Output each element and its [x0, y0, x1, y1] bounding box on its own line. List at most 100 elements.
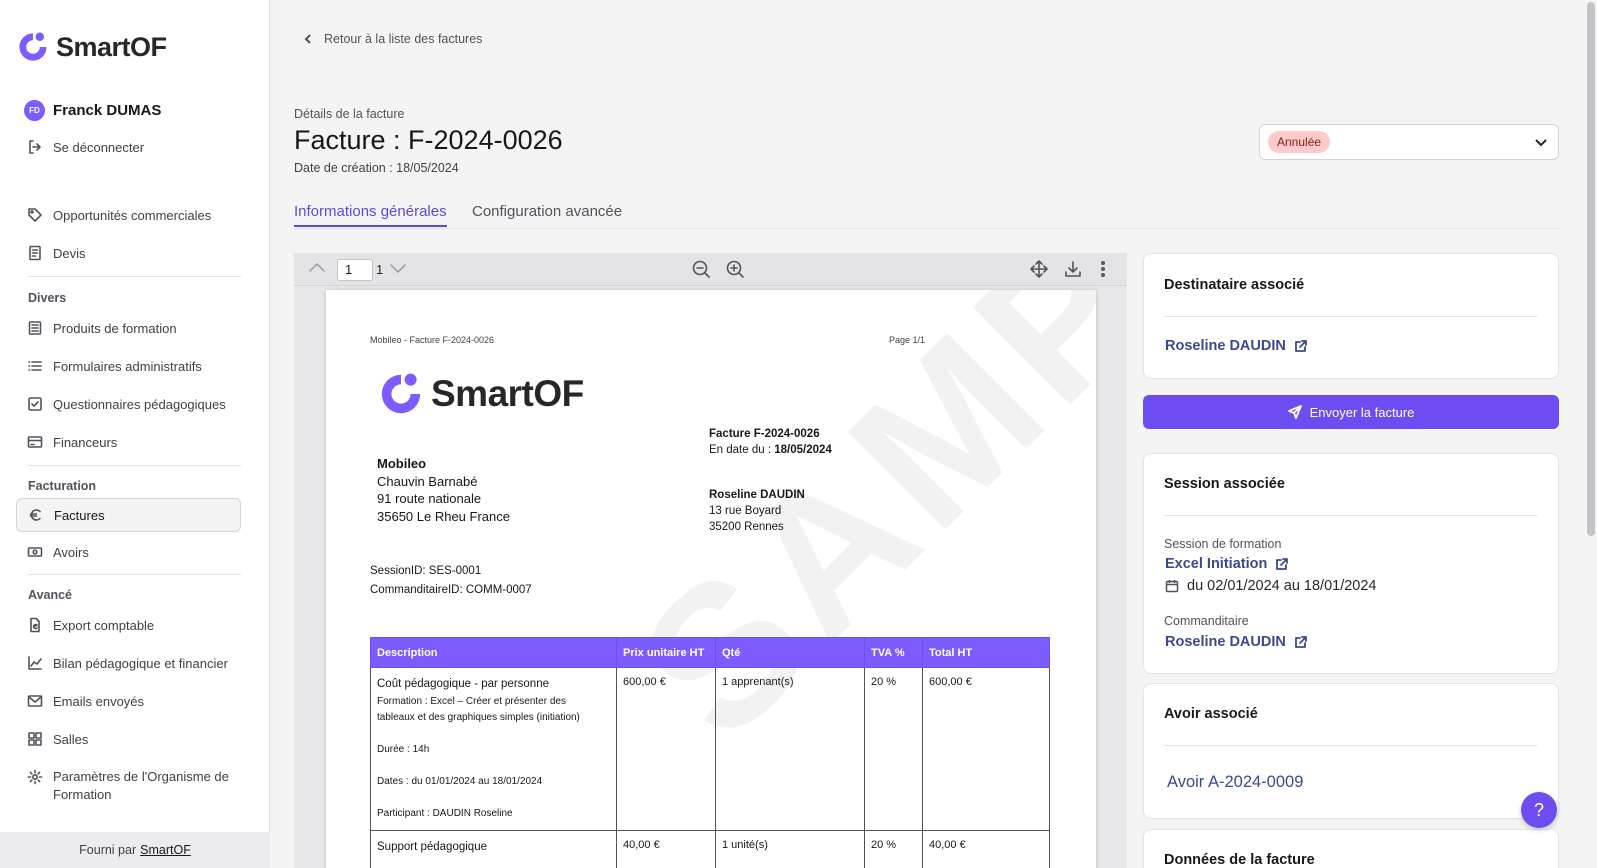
sidebar-item-quotes[interactable]: Devis [16, 236, 241, 270]
issuer-city: 35650 Le Rheu France [377, 508, 510, 524]
next-page-icon[interactable] [389, 261, 407, 275]
table-cell: 600,00 € [616, 667, 716, 831]
zoom-in-icon[interactable] [725, 259, 745, 279]
recipient-link[interactable]: Roseline DAUDIN [1165, 338, 1308, 354]
status-select[interactable]: Annulée [1259, 124, 1559, 160]
send-invoice-button[interactable]: Envoyer la facture [1143, 395, 1559, 429]
line-detail [377, 758, 610, 774]
scrollbar[interactable] [1585, 0, 1597, 868]
sidebar-item-emails[interactable]: Emails envoyés [16, 684, 241, 718]
sidebar-item-label: Formulaires administratifs [53, 358, 202, 374]
line-detail: Dates : du 01/01/2024 au 18/01/2024 [377, 776, 543, 787]
session-link[interactable]: Excel Initiation [1165, 556, 1289, 572]
banknote-icon [27, 547, 43, 557]
session-id: SessionID: SES-0001 [370, 565, 482, 577]
sidebar-item-label: Export comptable [53, 617, 155, 633]
page-number-input[interactable]: 1 [337, 259, 373, 281]
external-link-icon [1294, 340, 1307, 352]
table-row: Support pédagogique 40,00 € 1 unité(s) 2… [370, 830, 1050, 868]
page-total: 1 [376, 262, 384, 277]
pdf-recipient-address: Roseline DAUDIN 13 rue Boyard 35200 Renn… [709, 487, 805, 535]
line-detail: tableaux et des graphiques simples (init… [377, 712, 580, 723]
status-badge: Annulée [1268, 131, 1331, 153]
sponsor-link[interactable]: Roseline DAUDIN [1165, 634, 1308, 650]
table-cell: Support pédagogique [370, 830, 617, 868]
sidebar-item-settings[interactable]: Paramètres de l'Organisme de Formation [16, 768, 241, 808]
mail-icon [27, 695, 43, 707]
sidebar-item-label: Factures [54, 507, 105, 523]
recipient-street: 13 rue Boyard [709, 505, 782, 517]
line-detail [377, 726, 610, 742]
tag-icon [28, 208, 42, 222]
table-cell: 20 % [864, 830, 923, 868]
help-button[interactable]: ? [1521, 792, 1557, 828]
divider [1164, 745, 1538, 746]
previous-page-icon[interactable] [308, 261, 326, 275]
table-cell: 40,00 € [922, 830, 1050, 868]
back-to-invoices-link[interactable]: Retour à la liste des factures [302, 32, 482, 46]
scrollbar-thumb[interactable] [1587, 2, 1595, 536]
tab-advanced[interactable]: Configuration avancée [472, 203, 622, 220]
card-title: Avoir associé [1164, 706, 1258, 722]
pdf-viewer: 1 1 SAMPLE Mobileo - Facture F-2024-0026… [294, 253, 1127, 868]
brand-logo[interactable]: SmartOF [16, 30, 167, 64]
section-label-misc: Divers [28, 291, 67, 305]
sidebar-item-training-products[interactable]: Produits de formation [16, 311, 241, 345]
list-box-icon [28, 321, 42, 335]
send-invoice-label: Envoyer la facture [1309, 404, 1415, 420]
recipient-city: 35200 Rennes [709, 521, 784, 533]
send-icon [1287, 405, 1302, 419]
sponsor-link-label: Roseline DAUDIN [1165, 634, 1286, 650]
move-icon[interactable] [1029, 259, 1049, 279]
sponsor-label: Commanditaire [1164, 614, 1249, 628]
pdf-invoice-number: Facture F-2024-0026 [709, 428, 820, 440]
brand-name: SmartOF [56, 31, 167, 62]
powered-by-footer: Fourni par SmartOF [0, 832, 270, 868]
column-header: Total HT [922, 637, 1050, 668]
zoom-out-icon[interactable] [691, 259, 711, 279]
credit-card: Avoir associé Avoir A-2024-0009 [1143, 683, 1559, 819]
tabs: Informations générales Configuration ava… [294, 200, 1559, 229]
external-link-icon [1276, 558, 1289, 570]
divider [28, 276, 241, 277]
column-header: TVA % [864, 637, 923, 668]
sidebar-item-label: Paramètres de l'Organisme de Formation [53, 768, 229, 804]
logout-icon [29, 140, 41, 154]
credit-link[interactable]: Avoir A-2024-0009 [1167, 773, 1303, 792]
sidebar-item-credits[interactable]: Avoirs [16, 535, 241, 569]
user-name: Franck DUMAS [53, 102, 162, 119]
footer-link[interactable]: SmartOF [140, 843, 191, 857]
list-icon [28, 361, 42, 371]
page-title: Facture : F-2024-0026 [294, 125, 563, 155]
sidebar-item-opportunities[interactable]: Opportunités commerciales [16, 198, 241, 232]
sidebar-item-funders[interactable]: Financeurs [16, 425, 241, 459]
download-icon[interactable] [1063, 259, 1083, 279]
sidebar-item-report[interactable]: Bilan pédagogique et financier [16, 646, 241, 680]
column-header: Prix unitaire HT [616, 637, 716, 668]
session-link-label: Excel Initiation [1165, 556, 1268, 572]
divider [28, 465, 241, 466]
sidebar-item-label: Financeurs [53, 434, 118, 450]
sidebar: SmartOF FD Franck DUMAS Se déconnecter O… [0, 0, 270, 868]
grid-icon [28, 732, 42, 746]
sidebar-item-label: Salles [53, 731, 89, 747]
logout-label: Se déconnecter [53, 139, 145, 155]
pdf-toolbar: 1 1 [294, 253, 1127, 286]
sidebar-item-rooms[interactable]: Salles [16, 722, 241, 756]
sidebar-item-invoices[interactable]: Factures [16, 498, 241, 532]
logout-button[interactable]: Se déconnecter [16, 130, 241, 164]
line-detail [377, 790, 610, 806]
issuer-street: 91 route nationale [377, 491, 482, 506]
table-cell: 1 unité(s) [715, 830, 865, 868]
sidebar-item-export[interactable]: Export comptable [16, 608, 241, 642]
sidebar-item-admin-forms[interactable]: Formulaires administratifs [16, 349, 241, 383]
more-options-icon[interactable] [1096, 259, 1110, 279]
issuer-contact: Chauvin Barnabé [377, 473, 478, 489]
table-header-row: Description Prix unitaire HT Qté TVA % T… [370, 637, 1050, 668]
session-card: Session associée Session de formation Ex… [1143, 453, 1559, 674]
sidebar-item-questionnaires[interactable]: Questionnaires pédagogiques [16, 387, 241, 421]
settings-label-line2: Formation [53, 787, 112, 802]
line-title: Support pédagogique [377, 841, 487, 853]
tab-general[interactable]: Informations générales [294, 203, 447, 227]
chevron-down-icon [1535, 139, 1547, 147]
